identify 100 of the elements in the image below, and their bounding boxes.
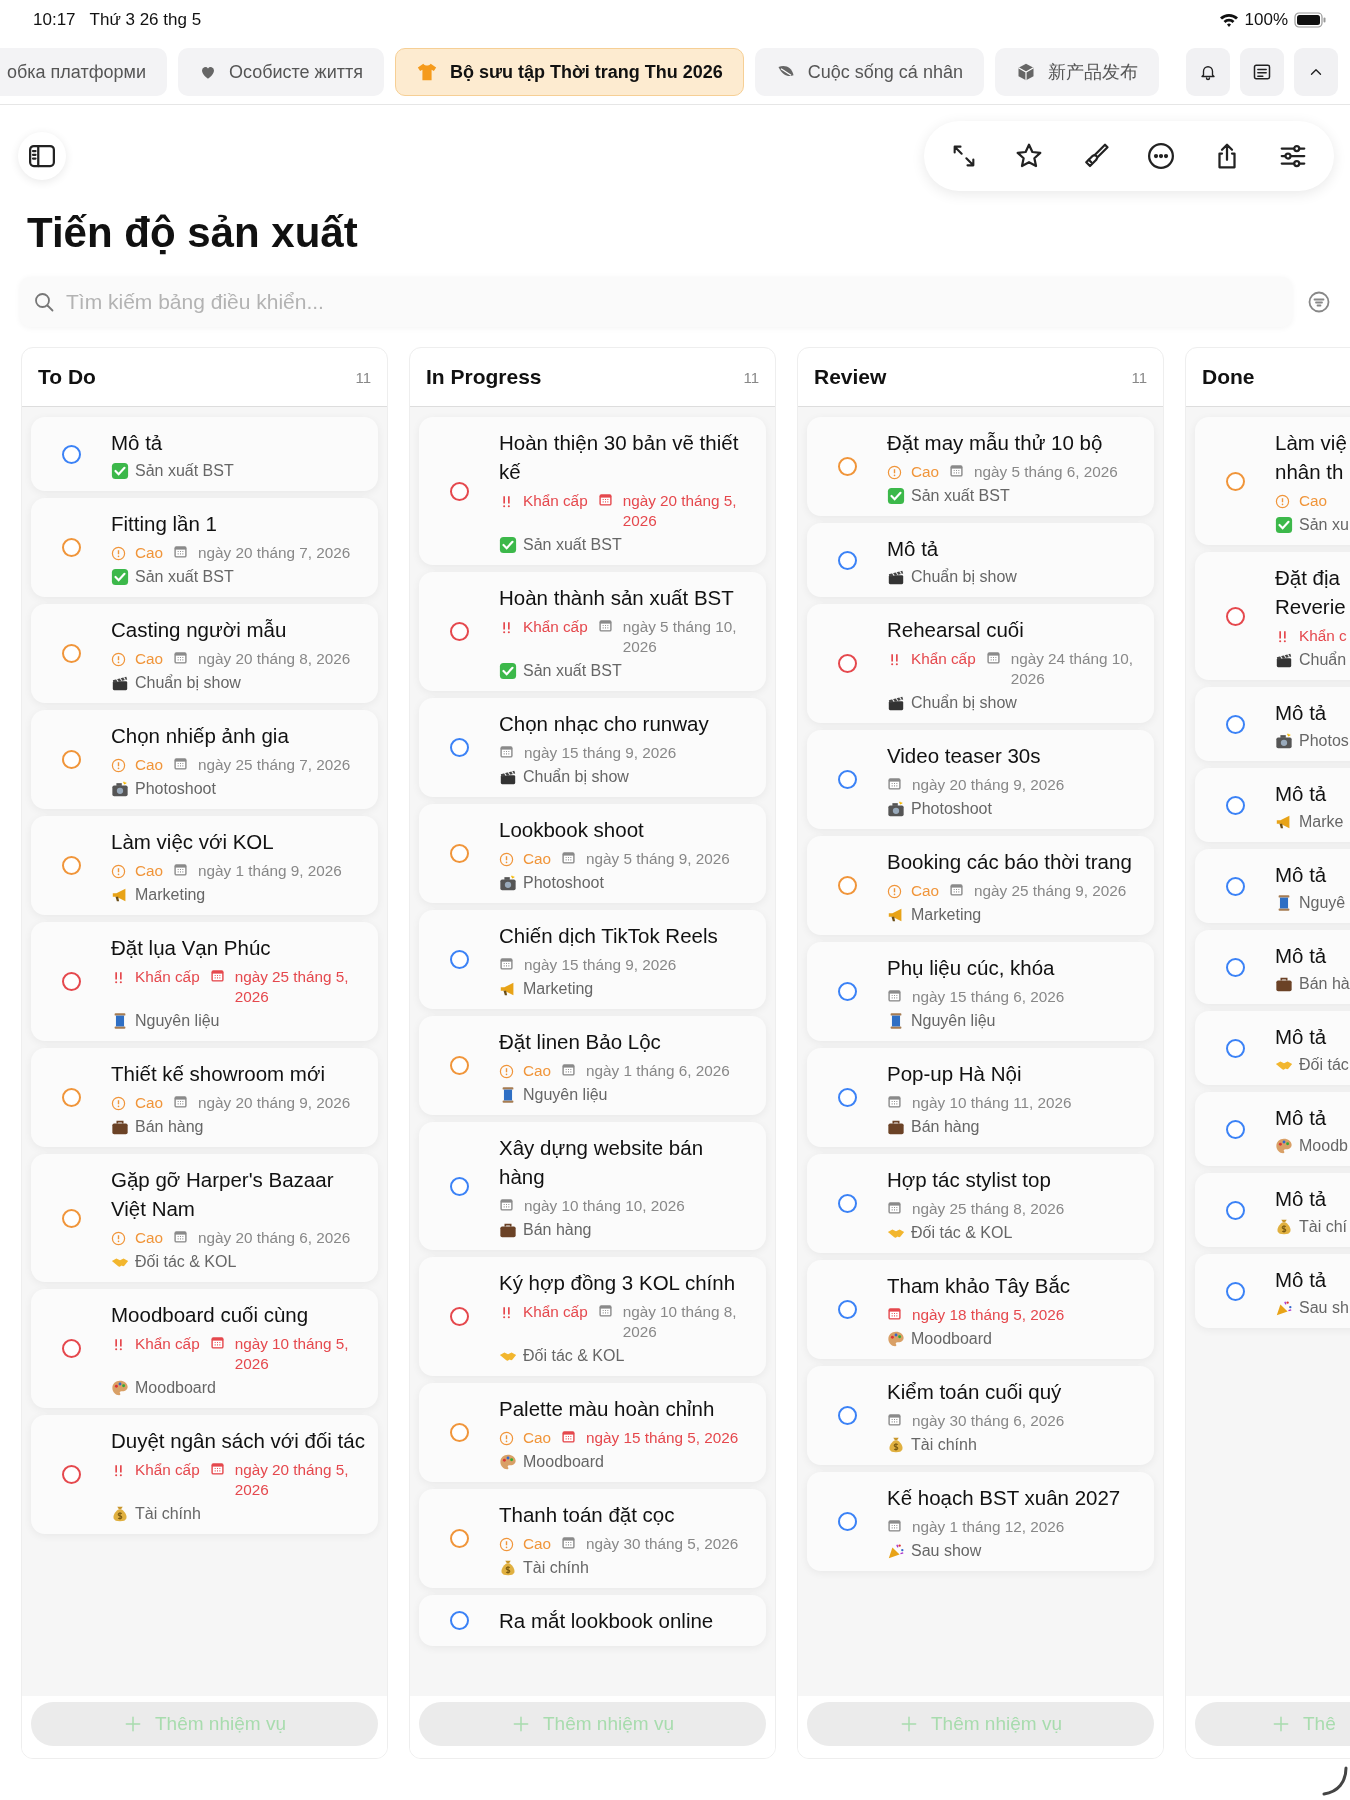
complete-toggle[interactable] [1225,606,1245,626]
task-card[interactable]: Đặt địa Reverie Khẩn c Chuẩn [1195,552,1350,680]
complete-toggle[interactable] [449,1529,469,1548]
complete-toggle[interactable] [449,1176,469,1196]
task-card[interactable]: Mô tả Moodb [1195,1092,1350,1166]
complete-toggle[interactable] [449,1307,469,1326]
complete-toggle[interactable] [61,856,81,875]
resize-handle-icon[interactable] [1322,1766,1348,1796]
task-title: Hoàn thành sản xuất BST [499,585,735,611]
task-card[interactable]: Ký hợp đồng 3 KOL chính Khẩn cấp ngày 10 tháng 8, 2026 Đối tác & KOL [419,1257,766,1376]
task-card[interactable]: Rehearsal cuối Khẩn cấp ngày 24 tháng 10, 2026 Chuẩn bị show [807,604,1154,723]
task-card[interactable]: Gặp gỡ Harper's Bazaar Việt Nam Cao ngày 20 tháng 6, 2026 Đối tác & KOL [31,1154,378,1282]
search-field[interactable]: Tìm kiếm bảng điều khiển... [20,277,1292,327]
complete-toggle[interactable] [837,876,857,895]
column-title: Review [814,365,887,389]
complete-toggle[interactable] [837,1300,857,1319]
complete-toggle[interactable] [1225,795,1245,815]
calendar-icon [173,650,189,665]
task-card[interactable]: Đặt lụa Vạn Phúc Khẩn cấp ngày 25 tháng 5, 2026 Nguyên liệu [31,922,378,1041]
task-card[interactable]: Video teaser 30s ngày 20 tháng 9, 2026 Photoshoot [807,730,1154,829]
task-card[interactable]: Thanh toán đặt cọc Cao ngày 30 tháng 5, 2026 Tài chính [419,1489,766,1588]
complete-toggle[interactable] [1225,1200,1245,1220]
complete-toggle[interactable] [449,481,469,501]
complete-toggle[interactable] [61,444,81,464]
complete-toggle[interactable] [449,950,469,969]
complete-toggle[interactable] [837,982,857,1001]
complete-toggle[interactable] [837,1088,857,1107]
complete-toggle[interactable] [449,738,469,757]
notifications-button[interactable] [1186,48,1230,96]
task-card[interactable]: Mô tả Bán hà [1195,930,1350,1004]
complete-toggle[interactable] [1225,1119,1245,1139]
complete-toggle[interactable] [61,1339,81,1358]
task-card[interactable]: Booking các báo thời trang Cao ngày 25 tháng 9, 2026 Marketing [807,836,1154,935]
task-card[interactable]: Mô tả Đối tác [1195,1011,1350,1085]
complete-toggle[interactable] [1225,957,1245,977]
complete-toggle[interactable] [837,770,857,789]
complete-toggle[interactable] [837,550,857,570]
task-card[interactable]: Chọn nhạc cho runway ngày 15 tháng 9, 2026 Chuẩn bị show [419,698,766,797]
tab[interactable]: 新产品发布 [994,48,1159,96]
task-card[interactable]: Hoàn thành sản xuất BST Khẩn cấp ngày 5 tháng 10, 2026 Sản xuất BST [419,572,766,691]
task-card[interactable]: Pop-up Hà Nội ngày 10 tháng 11, 2026 Bán hàng [807,1048,1154,1147]
tab[interactable]: Cuộc sống cá nhân [754,48,984,96]
complete-toggle[interactable] [61,644,81,663]
complete-toggle[interactable] [1225,1281,1245,1301]
task-card[interactable]: Mô tả Photos [1195,687,1350,761]
tab[interactable]: обка платформи [0,48,167,96]
tab[interactable]: Bộ sưu tập Thời trang Thu 2026 [394,48,744,96]
task-card[interactable]: Đặt may mẫu thử 10 bộ Cao ngày 5 tháng 6, 2026 Sản xuất BST [807,417,1154,516]
complete-toggle[interactable] [449,1056,469,1075]
complete-toggle[interactable] [61,1465,81,1484]
task-card[interactable]: Phụ liệu cúc, khóa ngày 15 tháng 6, 2026 Nguyên liệu [807,942,1154,1041]
task-card[interactable]: Mô tả Chuẩn bị show [807,523,1154,597]
complete-toggle[interactable] [449,1611,469,1630]
task-card[interactable]: Mô tả Nguyê [1195,849,1350,923]
task-card[interactable]: Tham khảo Tây Bắc ngày 18 tháng 5, 2026 Moodboard [807,1260,1154,1359]
sidebar-toggle-button[interactable] [18,132,66,180]
complete-toggle[interactable] [837,457,857,476]
task-card[interactable]: Kiểm toán cuối quý ngày 30 tháng 6, 2026 Tài chính [807,1366,1154,1465]
complete-toggle[interactable] [449,1423,469,1442]
complete-toggle[interactable] [1225,1038,1245,1058]
task-card[interactable]: Ra mắt lookbook online [419,1595,766,1646]
task-card[interactable]: Mô tả Sau sh [1195,1254,1350,1328]
task-card[interactable]: Làm việ nhân th Cao Sản xu [1195,417,1350,545]
complete-toggle[interactable] [61,750,81,769]
reader-button[interactable] [1240,48,1284,96]
plus-icon [1271,1714,1291,1734]
task-card[interactable]: Mô tả Sản xuất BST [31,417,378,491]
task-card[interactable]: Chọn nhiếp ảnh gia Cao ngày 25 tháng 7, 2026 Photoshoot [31,710,378,809]
task-card[interactable]: Lookbook shoot Cao ngày 5 tháng 9, 2026 Photoshoot [419,804,766,903]
task-card[interactable]: Chiến dịch TikTok Reels ngày 15 tháng 9, 2026 Marketing [419,910,766,1009]
category-label: Marketing [135,886,206,904]
complete-toggle[interactable] [61,538,81,557]
task-card[interactable]: Hoàn thiện 30 bản vẽ thiết kế Khẩn cấp ngày 20 tháng 5, 2026 Sản xuất BST [419,417,766,565]
task-card[interactable]: Mô tả Tài chí [1195,1173,1350,1247]
complete-toggle[interactable] [1225,471,1245,491]
task-card[interactable]: Duyệt ngân sách với đối tác Khẩn cấp ngày 20 tháng 5, 2026 Tài chính [31,1415,378,1534]
tab[interactable]: Особисте життя [178,48,384,96]
complete-toggle[interactable] [837,1406,857,1425]
task-card[interactable]: Thiết kế showroom mới Cao ngày 20 tháng 9, 2026 Bán hàng [31,1048,378,1147]
complete-toggle[interactable] [1225,876,1245,896]
complete-toggle[interactable] [61,1208,81,1228]
complete-toggle[interactable] [61,972,81,991]
task-card[interactable]: Fitting lần 1 Cao ngày 20 tháng 7, 2026 Sản xuất BST [31,498,378,597]
task-card[interactable]: Palette màu hoàn chỉnh Cao ngày 15 tháng 5, 2026 Moodboard [419,1383,766,1482]
task-card[interactable]: Mô tả Marke [1195,768,1350,842]
complete-toggle[interactable] [61,1088,81,1107]
complete-toggle[interactable] [837,1512,857,1531]
task-card[interactable]: Kế hoạch BST xuân 2027 ngày 1 tháng 12, 2026 Sau show [807,1472,1154,1571]
complete-toggle[interactable] [1225,714,1245,734]
task-card[interactable]: Casting người mẫu Cao ngày 20 tháng 8, 2026 Chuẩn bị show [31,604,378,703]
complete-toggle[interactable] [837,654,857,673]
task-card[interactable]: Đặt linen Bảo Lộc Cao ngày 1 tháng 6, 2026 Nguyên liệu [419,1016,766,1115]
complete-toggle[interactable] [837,1194,857,1213]
task-card[interactable]: Làm việc với KOL Cao ngày 1 tháng 9, 2026 Marketing [31,816,378,915]
complete-toggle[interactable] [449,844,469,863]
task-card[interactable]: Moodboard cuối cùng Khẩn cấp ngày 10 tháng 5, 2026 Moodboard [31,1289,378,1408]
complete-toggle[interactable] [449,622,469,641]
task-card[interactable]: Xây dựng website bán hàng ngày 10 tháng 10, 2026 Bán hàng [419,1122,766,1250]
task-card[interactable]: Hợp tác stylist top ngày 25 tháng 8, 2026 Đối tác & KOL [807,1154,1154,1253]
more-button[interactable] [1146,141,1176,171]
